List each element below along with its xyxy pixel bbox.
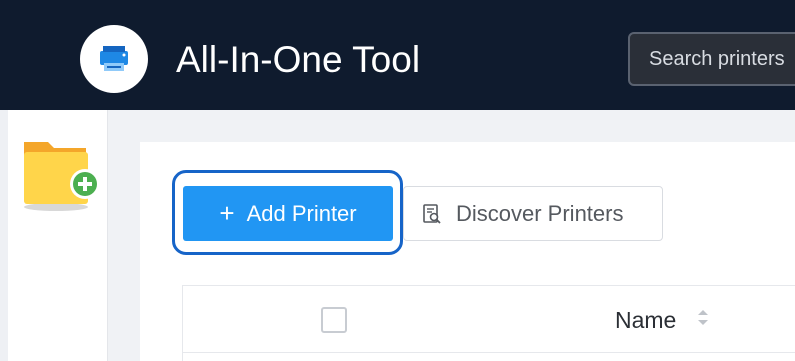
app-title: All-In-One Tool [176,39,421,80]
sidebar [8,110,108,361]
app-header: All-In-One Tool Search printers [0,0,795,110]
discover-icon [422,203,442,225]
side-strip [0,110,8,361]
add-folder-icon [24,142,100,211]
sort-icon[interactable] [697,309,709,326]
search-input[interactable]: Search printers [628,32,795,86]
app-logo [80,25,148,93]
select-all-checkbox[interactable] [321,307,347,333]
sidebar-item-add-folder[interactable] [22,136,110,220]
printer-icon [100,46,128,71]
plus-icon: + [219,198,235,228]
discover-printers-button[interactable]: Discover Printers [403,186,663,241]
table-header: Name [183,286,795,353]
discover-printers-label: Discover Printers [456,200,624,226]
printer-table: Name [182,285,795,361]
column-header-name[interactable]: Name [615,306,676,334]
add-printer-label: Add Printer [246,200,357,226]
add-printer-button[interactable]: + Add Printer [183,186,393,241]
